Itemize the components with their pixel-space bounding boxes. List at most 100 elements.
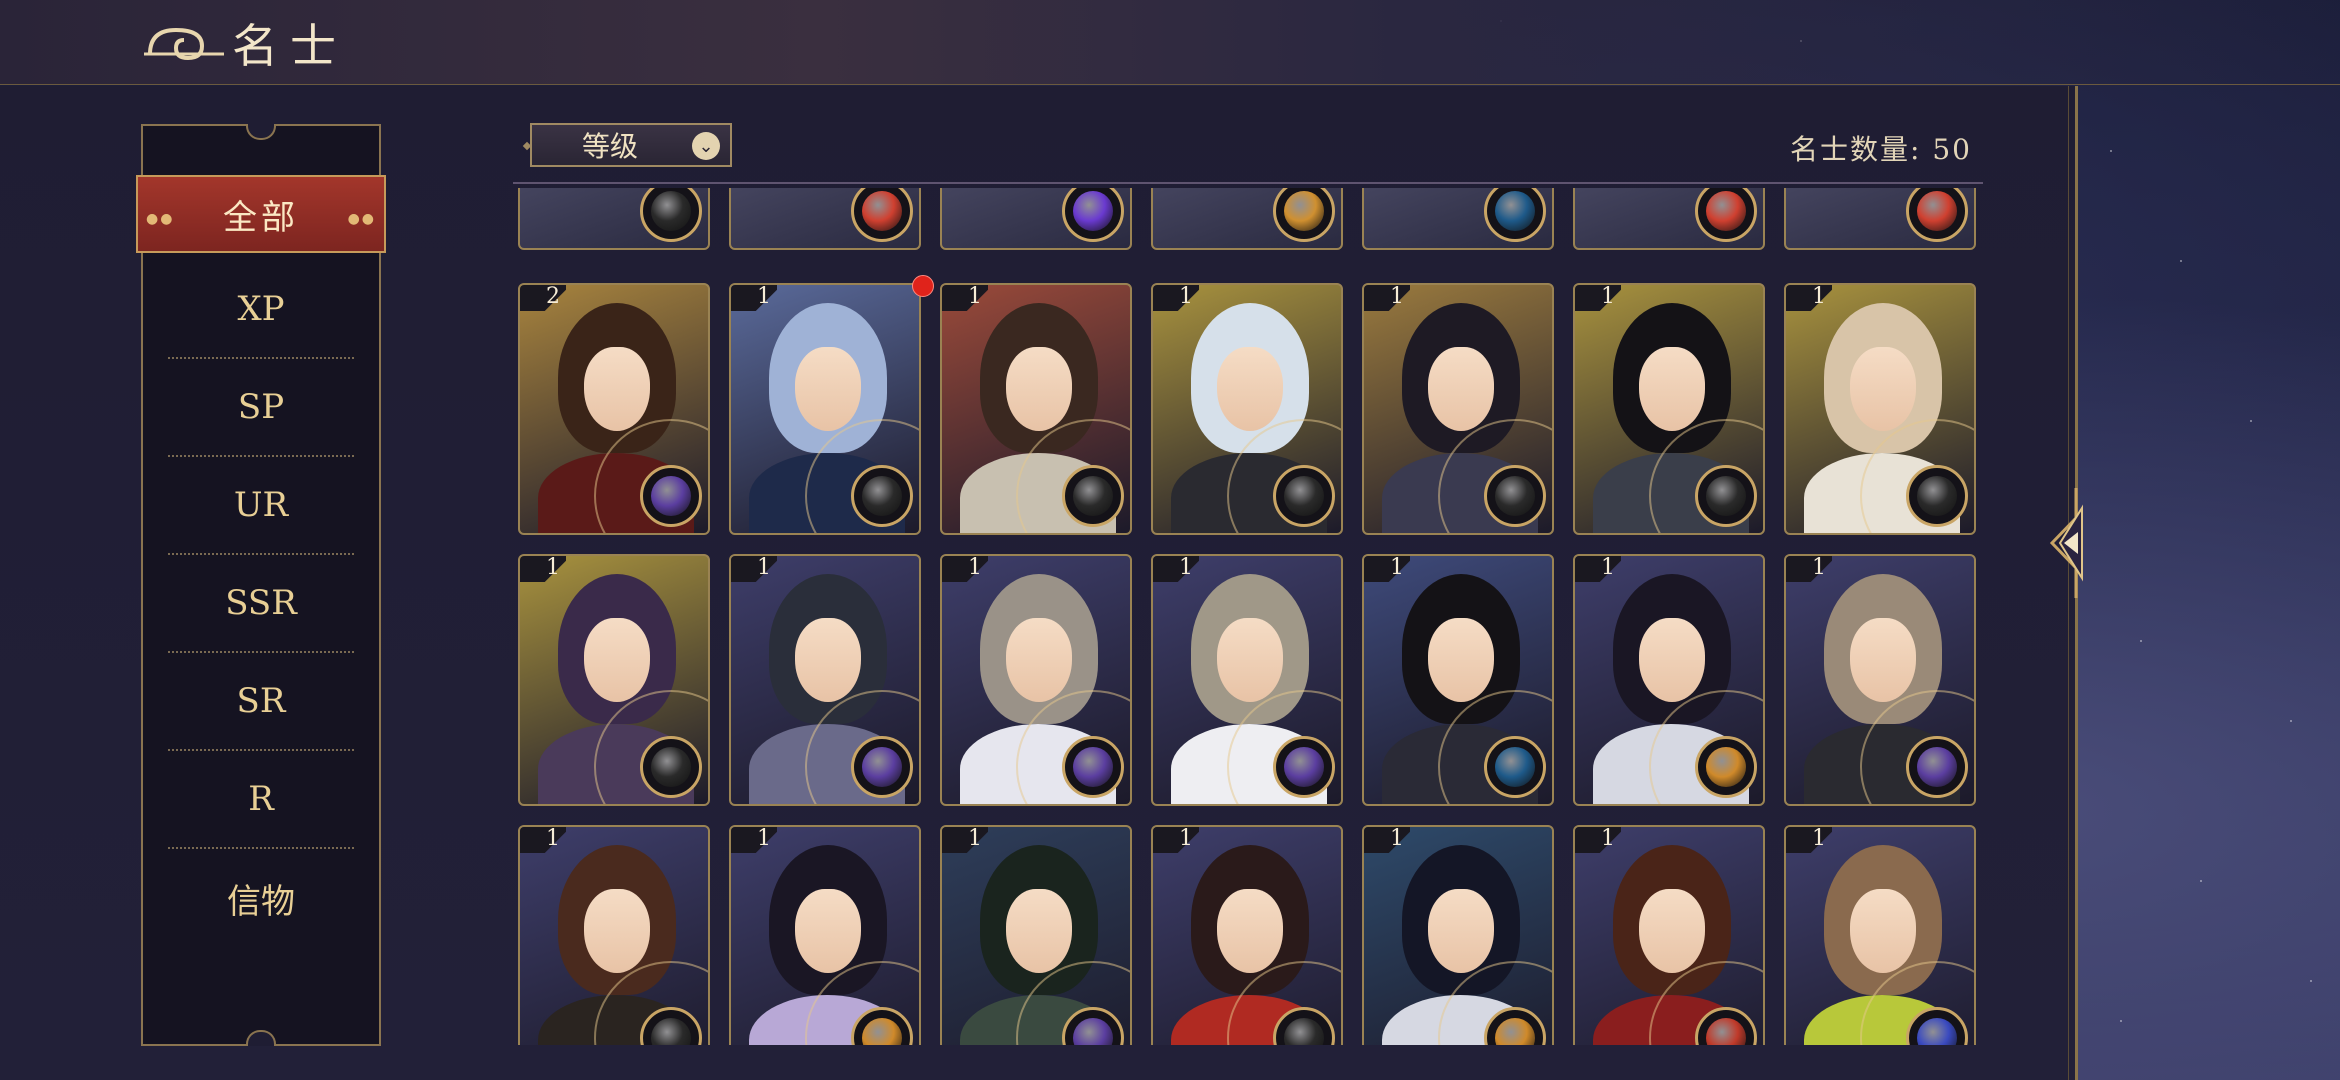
red-orb-badge-icon bbox=[1695, 188, 1757, 242]
portrait-face bbox=[1850, 618, 1916, 702]
level-badge: 1 bbox=[1786, 556, 1832, 582]
dots-ornament-icon: ●● bbox=[146, 211, 175, 227]
portrait-face bbox=[1639, 618, 1705, 702]
level-badge: 1 bbox=[731, 556, 777, 582]
portrait-face bbox=[1217, 618, 1283, 702]
page-title: 名士 bbox=[232, 19, 348, 73]
character-card[interactable]: 1 bbox=[729, 283, 921, 535]
sort-dropdown[interactable]: 等级 ⌄ bbox=[530, 123, 732, 167]
character-card[interactable]: 1 bbox=[1362, 825, 1554, 1045]
character-card[interactable]: 2 bbox=[518, 283, 710, 535]
character-card[interactable] bbox=[518, 188, 710, 250]
compass-red-badge-icon bbox=[1062, 465, 1124, 527]
character-card[interactable]: 1 bbox=[1573, 554, 1765, 806]
compass-red-badge-icon bbox=[851, 465, 913, 527]
chevron-down-icon: ⌄ bbox=[692, 132, 720, 160]
portrait-face bbox=[1217, 889, 1283, 973]
character-card[interactable]: 1 bbox=[940, 554, 1132, 806]
portrait-face bbox=[1850, 889, 1916, 973]
character-card[interactable]: 1 bbox=[518, 825, 710, 1045]
level-badge: 1 bbox=[942, 556, 988, 582]
character-grid: 2 1 1 1 1 1 1 1 1 1 1 1 1 1 1 1 1 1 1 1 1 bbox=[505, 188, 1995, 1045]
character-card[interactable] bbox=[1362, 188, 1554, 250]
portrait-face bbox=[1850, 347, 1916, 431]
character-card[interactable]: 1 bbox=[940, 825, 1132, 1045]
tab-token[interactable]: 信物 bbox=[168, 849, 354, 947]
character-card[interactable]: 1 bbox=[1784, 825, 1976, 1045]
character-card[interactable]: 1 bbox=[729, 825, 921, 1045]
portrait-face bbox=[1428, 347, 1494, 431]
tab-ur[interactable]: UR bbox=[168, 457, 354, 555]
purple-badge-icon bbox=[851, 736, 913, 798]
compass-badge-icon bbox=[640, 736, 702, 798]
character-card[interactable]: 1 bbox=[1151, 825, 1343, 1045]
blue-compass-badge-icon bbox=[1484, 188, 1546, 242]
character-card[interactable] bbox=[940, 188, 1132, 250]
level-badge: 1 bbox=[1575, 556, 1621, 582]
compass-badge-icon bbox=[640, 188, 702, 242]
character-card[interactable]: 1 bbox=[518, 554, 710, 806]
level-badge: 2 bbox=[520, 285, 566, 311]
level-badge: 1 bbox=[1575, 827, 1621, 853]
divider bbox=[513, 182, 1983, 184]
level-badge: 1 bbox=[1364, 556, 1410, 582]
character-card[interactable] bbox=[1784, 188, 1976, 250]
character-card[interactable] bbox=[1573, 188, 1765, 250]
level-badge: 1 bbox=[731, 285, 777, 311]
level-badge: 1 bbox=[520, 827, 566, 853]
character-card[interactable]: 1 bbox=[1784, 554, 1976, 806]
title-bar: 名士 bbox=[0, 0, 2340, 85]
level-badge: 1 bbox=[520, 556, 566, 582]
character-card[interactable]: 1 bbox=[1573, 283, 1765, 535]
character-card[interactable] bbox=[729, 188, 921, 250]
sidebar-top-ornament bbox=[246, 124, 276, 140]
portrait-face bbox=[795, 889, 861, 973]
character-card[interactable]: 1 bbox=[1151, 554, 1343, 806]
portrait-face bbox=[1217, 347, 1283, 431]
tab-ssr[interactable]: SSR bbox=[168, 555, 354, 653]
purple-badge-icon bbox=[1062, 736, 1124, 798]
compass-badge-icon bbox=[1273, 465, 1335, 527]
tab-xp[interactable]: XP bbox=[168, 261, 354, 359]
character-card[interactable]: 1 bbox=[940, 283, 1132, 535]
level-badge: 1 bbox=[1153, 285, 1199, 311]
tab-sp[interactable]: SP bbox=[168, 359, 354, 457]
gold-orb-badge-icon bbox=[1273, 188, 1335, 242]
character-card[interactable]: 1 bbox=[1151, 283, 1343, 535]
character-count: 名士数量: 50 bbox=[1790, 133, 1972, 166]
level-badge: 1 bbox=[1575, 285, 1621, 311]
tab-all[interactable]: ●● 全部 ●● bbox=[136, 175, 386, 253]
tab-r[interactable]: R bbox=[168, 751, 354, 849]
purple-orb-badge-icon bbox=[1062, 188, 1124, 242]
blue-badge-icon bbox=[1484, 736, 1546, 798]
portrait-face bbox=[1428, 889, 1494, 973]
portrait-face bbox=[1639, 347, 1705, 431]
collapse-panel-button[interactable] bbox=[2046, 488, 2090, 598]
portrait-face bbox=[1639, 889, 1705, 973]
portrait-face bbox=[1006, 618, 1072, 702]
character-card[interactable]: 1 bbox=[1362, 554, 1554, 806]
red-orb-badge-icon bbox=[851, 188, 913, 242]
new-notification-dot bbox=[912, 275, 934, 297]
level-badge: 1 bbox=[1364, 827, 1410, 853]
portrait-face bbox=[1006, 889, 1072, 973]
compass-badge-icon bbox=[1484, 465, 1546, 527]
character-card[interactable]: 1 bbox=[1362, 283, 1554, 535]
compass-badge-icon bbox=[1695, 465, 1757, 527]
compass-badge-icon bbox=[1906, 465, 1968, 527]
sidebar-bottom-ornament bbox=[246, 1030, 276, 1046]
character-card[interactable]: 1 bbox=[729, 554, 921, 806]
portrait-face bbox=[795, 347, 861, 431]
tab-all-label: 全部 bbox=[223, 197, 299, 238]
portrait-face bbox=[584, 618, 650, 702]
tab-sr[interactable]: SR bbox=[168, 653, 354, 751]
portrait-face bbox=[584, 347, 650, 431]
level-badge: 1 bbox=[942, 285, 988, 311]
character-card[interactable] bbox=[1151, 188, 1343, 250]
level-badge: 1 bbox=[731, 827, 777, 853]
character-card[interactable]: 1 bbox=[1784, 283, 1976, 535]
level-badge: 1 bbox=[1786, 827, 1832, 853]
character-card[interactable]: 1 bbox=[1573, 825, 1765, 1045]
cloud-emblem-icon bbox=[144, 27, 224, 61]
red-orb-badge-icon bbox=[1906, 188, 1968, 242]
